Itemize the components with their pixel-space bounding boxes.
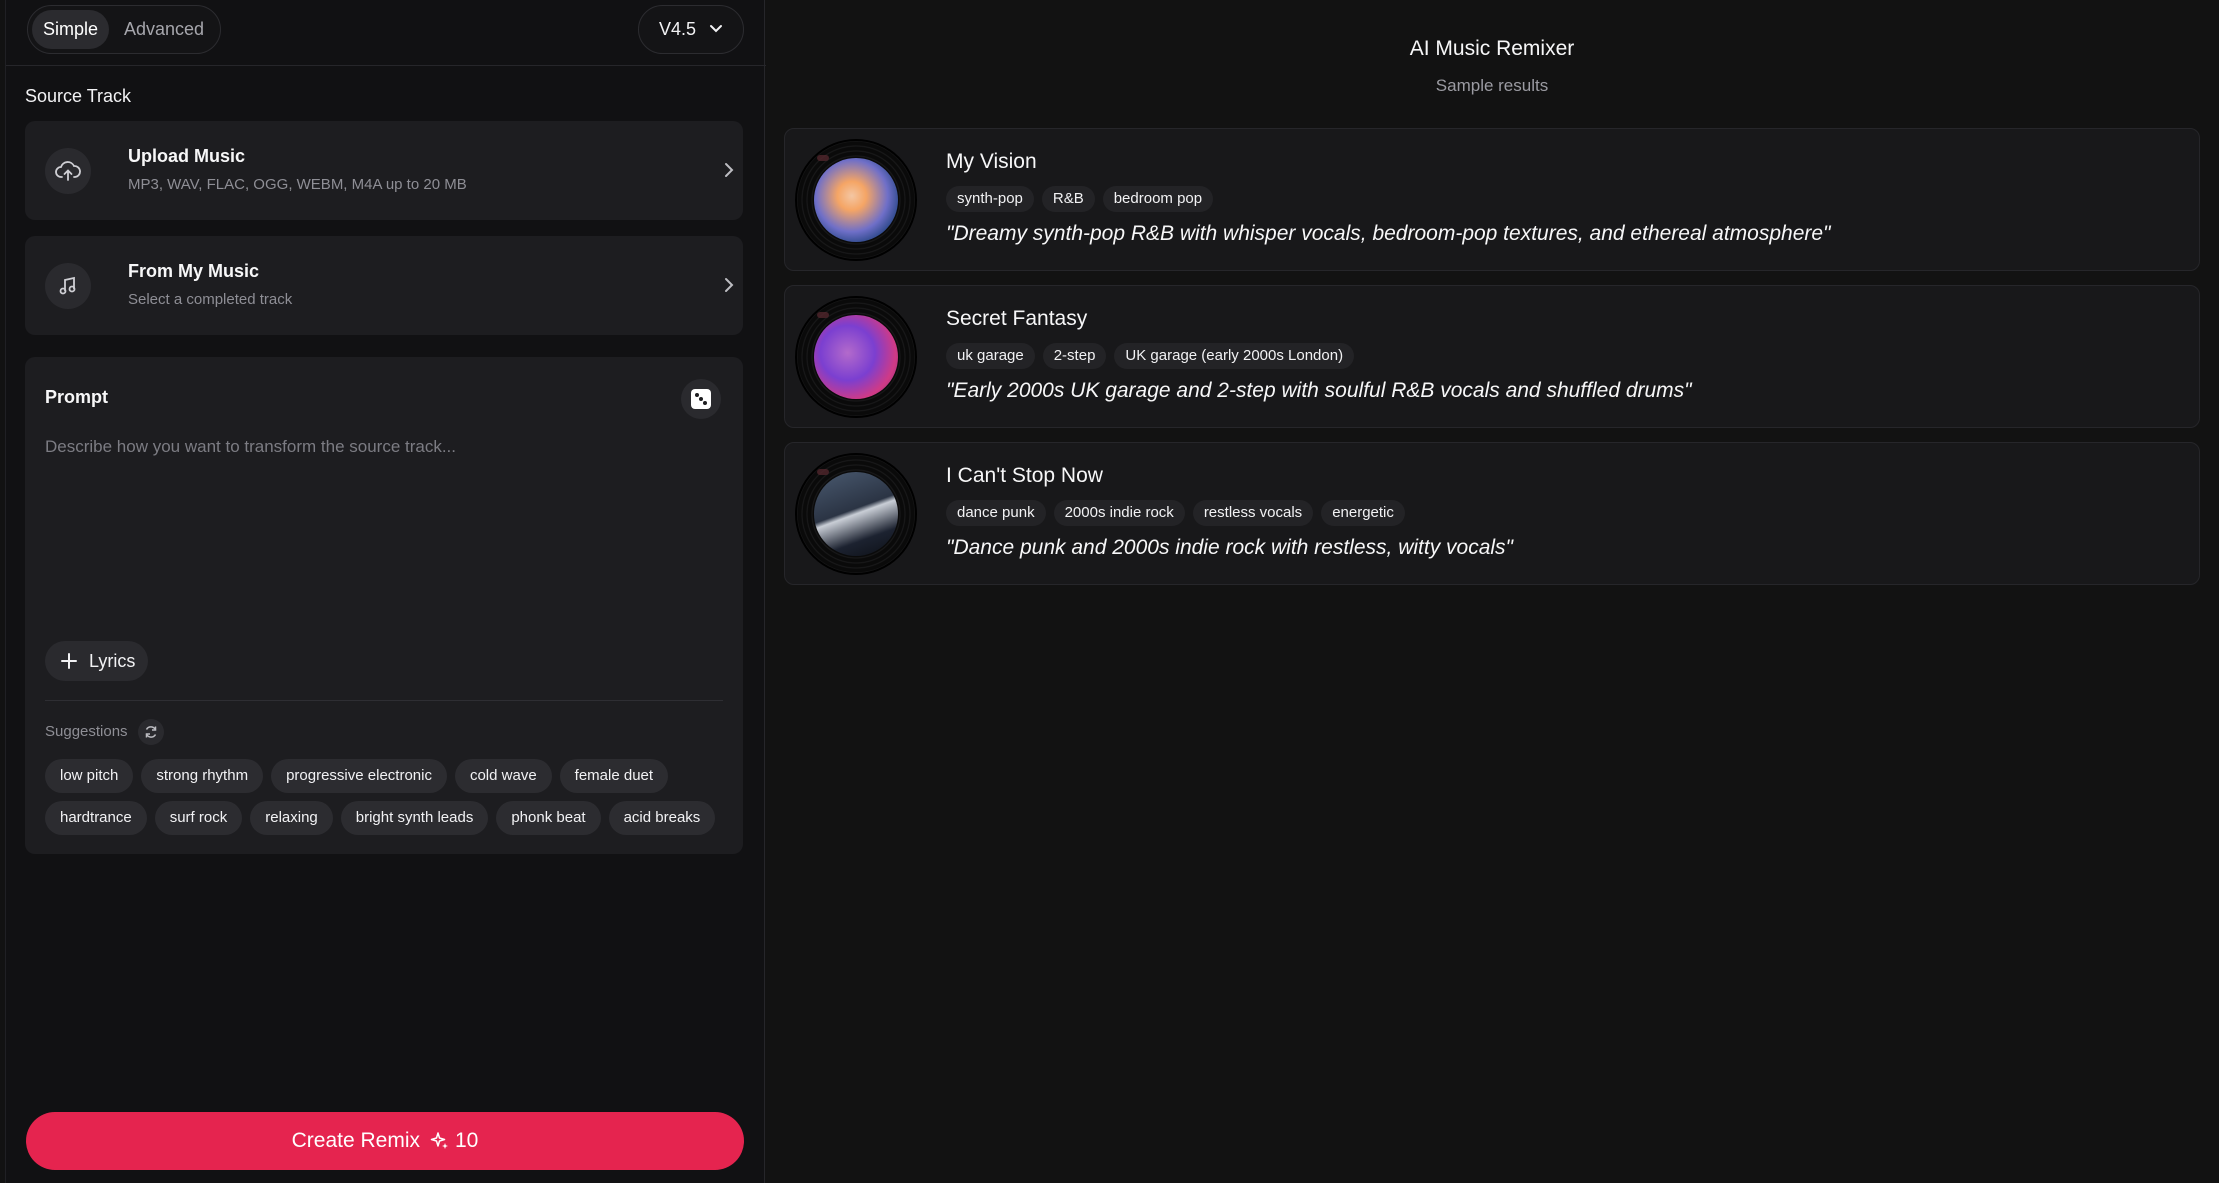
refresh-icon bbox=[145, 726, 157, 738]
vinyl-glint bbox=[817, 469, 829, 475]
add-lyrics-button[interactable]: Lyrics bbox=[45, 641, 148, 681]
credits-value: 10 bbox=[455, 1129, 479, 1152]
result-description: "Early 2000s UK garage and 2-step with s… bbox=[946, 379, 1692, 402]
suggestions-label: Suggestions bbox=[45, 723, 128, 740]
result-tags: uk garage 2-step UK garage (early 2000s … bbox=[946, 343, 1355, 369]
suggestion-chip[interactable]: low pitch bbox=[45, 759, 134, 793]
vinyl-glint bbox=[817, 155, 829, 161]
version-select[interactable]: V4.5 bbox=[638, 5, 744, 54]
dice-icon bbox=[691, 389, 711, 409]
result-tags: synth-pop R&B bedroom pop bbox=[946, 186, 1214, 212]
upload-music-card[interactable]: Upload Music MP3, WAV, FLAC, OGG, WEBM, … bbox=[25, 121, 743, 220]
advanced-mode-button[interactable]: Advanced bbox=[115, 10, 213, 49]
result-tag: dance punk bbox=[946, 500, 1046, 526]
plus-icon bbox=[61, 653, 77, 669]
result-tag: UK garage (early 2000s London) bbox=[1114, 343, 1355, 369]
upload-music-title: Upload Music bbox=[128, 146, 246, 166]
chevron-right-icon bbox=[725, 163, 734, 177]
result-tag: restless vocals bbox=[1192, 500, 1314, 526]
mode-toggle: Simple Advanced bbox=[27, 5, 221, 54]
result-title: Secret Fantasy bbox=[946, 307, 1088, 330]
suggestion-chip[interactable]: acid breaks bbox=[608, 801, 716, 835]
suggestion-chip[interactable]: relaxing bbox=[250, 801, 333, 835]
page-subtitle: Sample results bbox=[1435, 76, 1549, 95]
prompt-input[interactable] bbox=[45, 437, 723, 607]
vinyl-glint bbox=[817, 312, 829, 318]
suggestion-chip[interactable]: surf rock bbox=[154, 801, 243, 835]
lyrics-label: Lyrics bbox=[89, 651, 136, 671]
page-title: AI Music Remixer bbox=[1409, 37, 1575, 60]
album-art bbox=[814, 315, 898, 399]
create-remix-button[interactable]: Create Remix 10 bbox=[26, 1112, 744, 1170]
chevron-down-icon bbox=[710, 25, 722, 33]
upload-music-subtitle: MP3, WAV, FLAC, OGG, WEBM, M4A up to 20 … bbox=[128, 176, 467, 193]
from-my-music-title: From My Music bbox=[128, 261, 260, 281]
suggestion-chip[interactable]: strong rhythm bbox=[141, 759, 264, 793]
result-tag: bedroom pop bbox=[1102, 186, 1214, 212]
suggestion-chip[interactable]: progressive electronic bbox=[271, 759, 447, 793]
result-description: "Dreamy synth-pop R&B with whisper vocal… bbox=[946, 222, 1831, 245]
result-tag: 2000s indie rock bbox=[1053, 500, 1185, 526]
suggestions-row-1: low pitch strong rhythm progressive elec… bbox=[45, 759, 669, 793]
from-my-music-subtitle: Select a completed track bbox=[128, 291, 293, 308]
suggestion-chip[interactable]: phonk beat bbox=[496, 801, 601, 835]
from-my-music-card[interactable]: From My Music Select a completed track bbox=[25, 236, 743, 335]
result-tag: synth-pop bbox=[946, 186, 1034, 212]
suggestions-row-2: hardtrance surf rock relaxing bright syn… bbox=[45, 801, 716, 835]
cloud-upload-icon bbox=[45, 148, 91, 194]
vinyl-cover bbox=[795, 296, 917, 418]
simple-mode-button[interactable]: Simple bbox=[32, 10, 109, 49]
top-bar: Simple Advanced V4.5 bbox=[6, 0, 766, 66]
suggestion-chip[interactable]: female duet bbox=[559, 759, 669, 793]
source-track-label: Source Track bbox=[25, 86, 132, 106]
vinyl-cover bbox=[795, 453, 917, 575]
create-remix-label: Create Remix bbox=[291, 1129, 420, 1152]
result-description: "Dance punk and 2000s indie rock with re… bbox=[946, 536, 1514, 559]
suggestion-chip[interactable]: hardtrance bbox=[45, 801, 147, 835]
suggestion-chip[interactable]: bright synth leads bbox=[340, 801, 489, 835]
result-tag: 2-step bbox=[1042, 343, 1107, 369]
random-prompt-button[interactable] bbox=[681, 379, 721, 419]
divider bbox=[45, 700, 723, 701]
left-panel: Simple Advanced V4.5 Source Track Upload… bbox=[5, 0, 766, 1183]
chevron-right-icon bbox=[725, 278, 734, 292]
sparkle-icon bbox=[430, 1132, 448, 1149]
result-card[interactable]: I Can't Stop Now dance punk 2000s indie … bbox=[784, 442, 2200, 585]
refresh-suggestions-button[interactable] bbox=[138, 719, 164, 745]
vinyl-cover bbox=[795, 139, 917, 261]
version-label: V4.5 bbox=[659, 19, 697, 39]
result-tags: dance punk 2000s indie rock restless voc… bbox=[946, 500, 1405, 526]
result-tag: uk garage bbox=[946, 343, 1035, 369]
prompt-title: Prompt bbox=[45, 387, 108, 407]
credits-cost: 10 bbox=[430, 1129, 478, 1153]
album-art bbox=[814, 158, 898, 242]
album-art bbox=[814, 472, 898, 556]
result-card[interactable]: Secret Fantasy uk garage 2-step UK garag… bbox=[784, 285, 2200, 428]
music-note-icon bbox=[45, 263, 91, 309]
result-tag: R&B bbox=[1041, 186, 1095, 212]
result-tag: energetic bbox=[1321, 500, 1405, 526]
suggestion-chip[interactable]: cold wave bbox=[454, 759, 552, 793]
result-title: I Can't Stop Now bbox=[946, 464, 1103, 487]
result-title: My Vision bbox=[946, 150, 1037, 173]
result-card[interactable]: My Vision synth-pop R&B bedroom pop "Dre… bbox=[784, 128, 2200, 271]
prompt-card: Prompt Lyrics Suggestions low pitch stro… bbox=[25, 357, 743, 854]
